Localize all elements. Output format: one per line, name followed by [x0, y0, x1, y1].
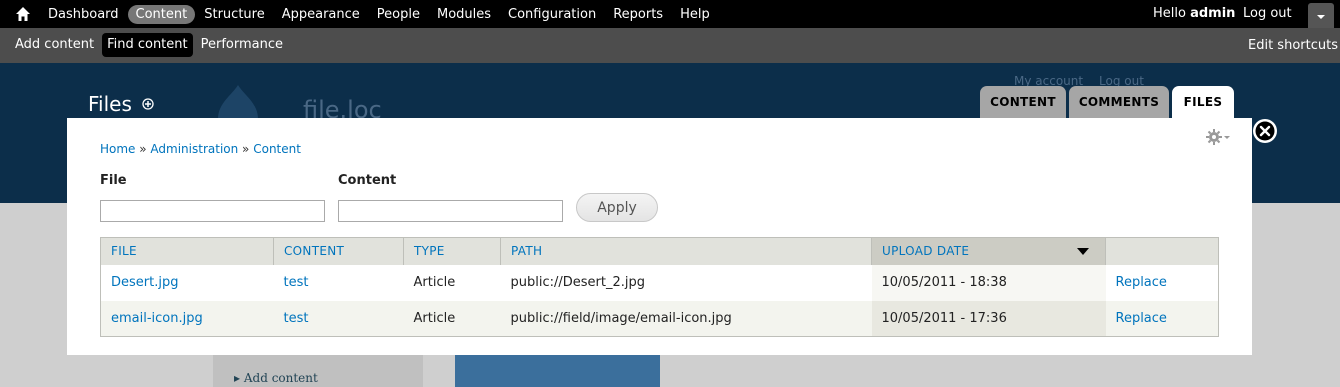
- breadcrumb-home[interactable]: Home: [100, 142, 135, 156]
- image-thumbnail: [455, 353, 660, 387]
- toolbar-menu: Dashboard Content Structure Appearance P…: [40, 0, 719, 28]
- toolbar-item-help[interactable]: Help: [672, 5, 718, 24]
- shortcuts-bar: Add content Find content Performance Edi…: [0, 28, 1340, 63]
- page-title-text: Files: [88, 92, 132, 116]
- sidebar-add-content-label: Add content: [243, 371, 318, 385]
- column-header-file[interactable]: FILE: [100, 237, 274, 265]
- breadcrumb-separator: »: [135, 142, 151, 156]
- hello-text: Hello: [1153, 6, 1191, 21]
- content-filter-label: Content: [338, 173, 397, 188]
- cell-file: email-icon.jpg: [100, 300, 274, 337]
- apply-button[interactable]: Apply: [576, 193, 658, 222]
- cell-content: test: [273, 300, 404, 337]
- user-greeting: Hello admin: [1153, 6, 1235, 21]
- toolbar-item-people[interactable]: People: [369, 5, 428, 24]
- table-header-row: FILE CONTENT TYPE PATH UPLOAD DATE: [100, 237, 1219, 265]
- toolbar-item-modules[interactable]: Modules: [429, 5, 499, 24]
- cell-upload-date: 10/05/2011 - 18:38: [871, 264, 1106, 301]
- tab-content[interactable]: CONTENT: [980, 86, 1066, 118]
- column-header-operations: [1105, 237, 1219, 265]
- column-header-type[interactable]: TYPE: [403, 237, 501, 265]
- content-filter-input[interactable]: [338, 200, 563, 222]
- column-header-upload-date[interactable]: UPLOAD DATE: [871, 237, 1106, 265]
- content-link[interactable]: test: [284, 275, 309, 290]
- replace-link[interactable]: Replace: [1116, 311, 1167, 326]
- file-link[interactable]: Desert.jpg: [111, 275, 178, 290]
- cell-content: test: [273, 264, 404, 301]
- column-header-upload-date-label: UPLOAD DATE: [882, 244, 970, 259]
- tab-comments[interactable]: COMMENTS: [1069, 86, 1169, 118]
- toolbar-item-appearance[interactable]: Appearance: [274, 5, 368, 24]
- cell-upload-date: 10/05/2011 - 17:36: [871, 300, 1106, 337]
- cell-operations: Replace: [1105, 300, 1219, 337]
- toolbar-item-configuration[interactable]: Configuration: [500, 5, 604, 24]
- sort-descending-icon: [1077, 248, 1089, 256]
- close-icon[interactable]: [1252, 118, 1278, 144]
- toolbar-item-dashboard[interactable]: Dashboard: [40, 5, 127, 24]
- cell-operations: Replace: [1105, 264, 1219, 301]
- breadcrumb: Home » Administration » Content: [100, 142, 301, 156]
- home-icon[interactable]: [14, 5, 32, 23]
- files-table: FILE CONTENT TYPE PATH UPLOAD DATE Deser…: [100, 237, 1219, 337]
- replace-link[interactable]: Replace: [1116, 275, 1167, 290]
- cell-path: public://field/image/email-icon.jpg: [500, 300, 872, 337]
- admin-toolbar: Dashboard Content Structure Appearance P…: [0, 0, 1340, 28]
- toolbar-item-reports[interactable]: Reports: [605, 5, 671, 24]
- page-title: Files: [88, 92, 154, 116]
- add-shortcut-icon[interactable]: [142, 98, 154, 110]
- overlay-dialog: Home » Administration » Content File Con…: [67, 118, 1252, 355]
- file-filter-label: File: [100, 173, 127, 188]
- cell-type: Article: [403, 300, 501, 337]
- cell-type: Article: [403, 264, 501, 301]
- column-header-path[interactable]: PATH: [500, 237, 872, 265]
- edit-shortcuts-link[interactable]: Edit shortcuts: [1248, 38, 1338, 53]
- gear-icon[interactable]: [1205, 128, 1231, 146]
- table-row: email-icon.jpg test Article public://fie…: [100, 300, 1219, 337]
- breadcrumb-separator: »: [238, 142, 254, 156]
- username[interactable]: admin: [1190, 6, 1235, 21]
- cell-file: Desert.jpg: [100, 264, 274, 301]
- column-header-content[interactable]: CONTENT: [273, 237, 404, 265]
- chevron-down-icon: [1317, 15, 1325, 19]
- shortcut-performance[interactable]: Performance: [196, 33, 288, 57]
- file-link[interactable]: email-icon.jpg: [111, 311, 203, 326]
- tab-files[interactable]: FILES: [1172, 86, 1234, 118]
- cell-path: public://Desert_2.jpg: [500, 264, 872, 301]
- shortcut-add-content[interactable]: Add content: [10, 33, 99, 57]
- toolbar-item-structure[interactable]: Structure: [196, 5, 272, 24]
- breadcrumb-administration[interactable]: Administration: [150, 142, 238, 156]
- breadcrumb-content[interactable]: Content: [253, 142, 301, 156]
- shortcuts-toggle-button[interactable]: [1308, 3, 1334, 28]
- shortcut-find-content[interactable]: Find content: [102, 33, 193, 57]
- logout-link[interactable]: Log out: [1243, 6, 1292, 21]
- toolbar-item-content[interactable]: Content: [127, 4, 196, 24]
- file-filter-input[interactable]: [100, 200, 325, 222]
- table-row: Desert.jpg test Article public://Desert_…: [100, 264, 1219, 301]
- content-link[interactable]: test: [284, 311, 309, 326]
- sidebar-add-content-link[interactable]: ▸ Add content: [234, 371, 318, 385]
